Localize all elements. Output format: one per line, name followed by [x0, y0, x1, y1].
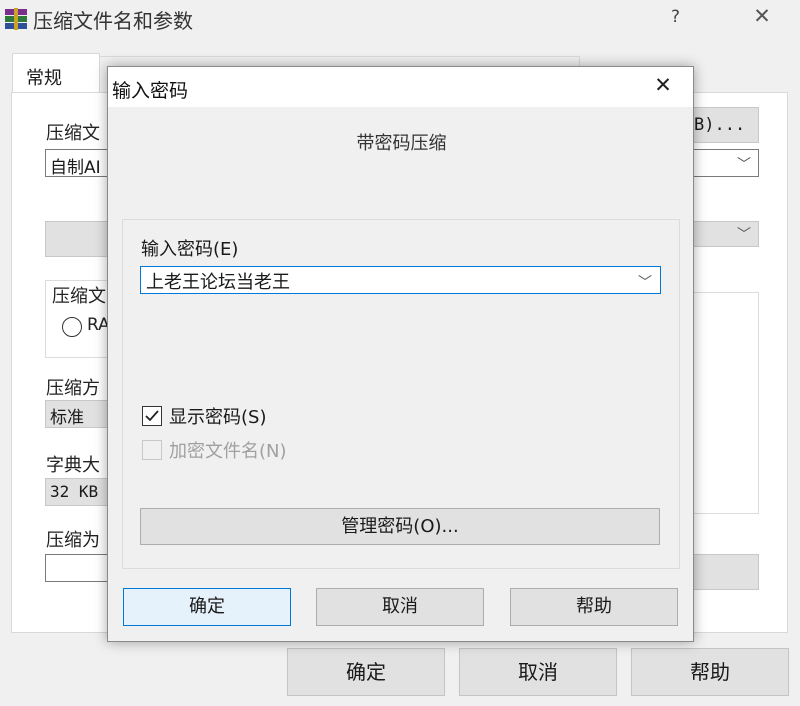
- options-group-right: [693, 292, 759, 514]
- update-mode-dropdown[interactable]: [45, 221, 108, 257]
- compression-method-dropdown[interactable]: 标准: [45, 400, 108, 428]
- archive-name-input[interactable]: 自制AI: [45, 149, 108, 177]
- format-rar-label: RA: [87, 315, 108, 335]
- dialog-titlebar: [108, 67, 693, 107]
- winrar-app-icon: [5, 8, 27, 30]
- browse-button[interactable]: B)...: [693, 107, 759, 143]
- dialog-cancel-button[interactable]: 取消: [316, 588, 484, 626]
- manage-passwords-button[interactable]: 管理密码(O)...: [140, 508, 660, 545]
- split-volumes-label: 压缩为: [46, 530, 100, 551]
- format-rar-radio[interactable]: [62, 317, 82, 337]
- chevron-down-icon[interactable]: ﹀: [638, 272, 652, 292]
- set-password-button-right[interactable]: [693, 554, 759, 590]
- dialog-help-button[interactable]: 帮助: [510, 588, 678, 626]
- password-input[interactable]: 上老王论坛当老王: [140, 266, 661, 294]
- chevron-down-icon: ﹀: [737, 157, 751, 173]
- split-volumes-input[interactable]: [45, 554, 108, 582]
- archive-format-label: 压缩文: [52, 282, 108, 308]
- encrypt-filenames-label: 加密文件名(N): [169, 441, 287, 462]
- dialog-close-button[interactable]: ✕: [648, 73, 678, 97]
- dialog-ok-button[interactable]: 确定: [123, 588, 291, 626]
- compression-method-label: 压缩方: [46, 378, 100, 399]
- dictionary-size-dropdown[interactable]: 32 KB: [45, 478, 108, 506]
- window-title: 压缩文件名和参数: [33, 9, 193, 33]
- help-question-button[interactable]: ?: [671, 7, 680, 27]
- main-ok-button[interactable]: 确定: [287, 648, 445, 696]
- main-help-button[interactable]: 帮助: [631, 648, 789, 696]
- dialog-subtitle: 带密码压缩: [356, 133, 447, 154]
- check-icon: [145, 410, 159, 422]
- enter-password-dialog: 输入密码 ✕ 带密码压缩 输入密码(E) 上老王论坛当老王 ﹀ 显示密码(S) …: [107, 66, 694, 642]
- main-cancel-button[interactable]: 取消: [459, 648, 617, 696]
- tab-general[interactable]: 常规: [12, 53, 100, 93]
- password-label: 输入密码(E): [141, 239, 239, 260]
- archive-name-label: 压缩文: [46, 123, 100, 144]
- chevron-down-icon: ﹀: [737, 227, 751, 243]
- dialog-title: 输入密码: [112, 80, 189, 102]
- encrypt-filenames-checkbox[interactable]: [142, 440, 162, 460]
- dictionary-size-label: 字典大: [46, 455, 100, 476]
- show-password-label[interactable]: 显示密码(S): [169, 403, 266, 429]
- window-close-button[interactable]: ✕: [750, 4, 774, 28]
- show-password-checkbox[interactable]: [142, 406, 162, 426]
